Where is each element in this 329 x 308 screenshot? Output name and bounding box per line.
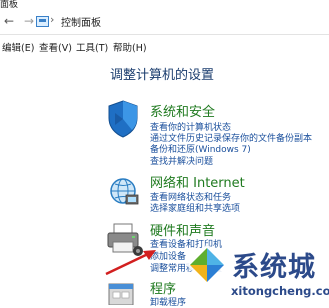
forward-arrow-icon[interactable]: → xyxy=(22,14,36,28)
back-arrow-icon[interactable]: ← xyxy=(2,14,16,28)
breadcrumb-control-panel[interactable]: 控制面板 xyxy=(61,14,101,29)
red-arrow-annotation xyxy=(105,250,156,276)
link-homegroup-sharing[interactable]: 选择家庭组和共享选项 xyxy=(150,201,240,214)
menu-edit[interactable]: 编辑(E) xyxy=(2,40,34,54)
link-uninstall-program[interactable]: 卸载程序 xyxy=(150,295,186,308)
watermark: 系统城 xitongcheng.com xyxy=(184,240,329,305)
menu-help[interactable]: 帮助(H) xyxy=(113,40,147,54)
watermark-logo-icon xyxy=(186,244,228,286)
programs-icon[interactable] xyxy=(104,278,138,305)
watermark-text: 系统城 xyxy=(232,252,316,283)
window-title: 面板 xyxy=(0,0,19,10)
page-title: 调整计算机的设置 xyxy=(110,68,215,83)
menu-tools[interactable]: 工具(T) xyxy=(76,40,108,54)
watermark-url: xitongcheng.com xyxy=(231,284,329,298)
title-bar: 面板 xyxy=(0,0,329,10)
link-troubleshoot[interactable]: 查找并解决问题 xyxy=(150,154,213,167)
menu-bar: 编辑(E) 查看(V) 工具(T) 帮助(H) xyxy=(0,38,329,54)
breadcrumb-separator[interactable]: › xyxy=(50,13,54,26)
category-network-internet[interactable]: 网络和 Internet xyxy=(150,172,245,191)
address-bar-row: ← → › 控制面板 xyxy=(0,10,329,35)
control-panel-window: 面板 ← → › 控制面板 编辑(E) 查看(V) 工具(T) 帮助(H) 调整… xyxy=(0,0,329,308)
menu-view[interactable]: 查看(V) xyxy=(39,40,72,54)
shield-icon[interactable] xyxy=(106,99,140,139)
globe-icon[interactable] xyxy=(106,175,140,209)
control-panel-icon xyxy=(36,16,49,27)
category-system-security[interactable]: 系统和安全 xyxy=(150,101,215,120)
